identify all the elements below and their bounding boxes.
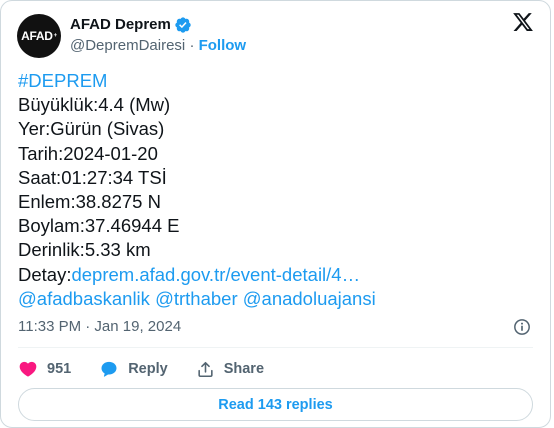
hashtag-link[interactable]: #DEPREM xyxy=(18,69,538,93)
tweet-header: AFAD + AFAD Deprem @DepremDairesi · Follo… xyxy=(17,11,534,59)
action-bar: 951 Reply Share xyxy=(18,356,292,382)
tweet-card: AFAD + AFAD Deprem @DepremDairesi · Follo… xyxy=(0,0,551,428)
avatar[interactable]: AFAD + xyxy=(17,14,61,58)
detail-link[interactable]: deprem.afad.gov.tr/event-detail/4… xyxy=(71,264,360,285)
mentions-line: @afadbaskanlik @trthaber @anadoluajansi xyxy=(18,287,538,311)
tweet-text: #DEPREM Büyüklük:4.4 (Mw) Yer:Gürün (Siv… xyxy=(18,69,538,311)
heart-icon xyxy=(19,361,37,377)
read-replies-button[interactable]: Read 143 replies xyxy=(18,388,533,421)
info-icon[interactable] xyxy=(512,317,532,337)
depth-line: Derinlik:5.33 km xyxy=(18,239,151,261)
account-handle[interactable]: @DepremDairesi xyxy=(70,37,185,54)
location-line: Yer:Gürün (Sivas) xyxy=(18,118,165,140)
reply-label: Reply xyxy=(128,361,168,377)
follow-button[interactable]: Follow xyxy=(199,37,247,54)
longitude-line: Boylam:37.46944 E xyxy=(18,215,180,237)
avatar-text: AFAD xyxy=(21,29,53,43)
magnitude-line: Büyüklük:4.4 (Mw) xyxy=(18,94,171,116)
account-info: AFAD Deprem @DepremDairesi · Follow xyxy=(70,14,246,57)
time-line: Saat:01:27:34 TSİ xyxy=(18,166,167,188)
share-label: Share xyxy=(223,361,265,377)
detail-label: Detay: xyxy=(18,263,72,285)
mention-link[interactable]: @anadoluajansi xyxy=(243,288,376,309)
handle-row: @DepremDairesi · Follow xyxy=(70,35,246,57)
verified-badge-icon xyxy=(175,16,191,33)
like-count: 951 xyxy=(47,361,72,377)
reply-button[interactable]: Reply xyxy=(99,359,168,379)
like-button[interactable]: 951 xyxy=(18,359,71,379)
avatar-mark: + xyxy=(53,33,58,39)
share-icon xyxy=(198,361,213,377)
account-name[interactable]: AFAD Deprem xyxy=(70,16,171,33)
tweet-timestamp[interactable]: 11:33 PM · Jan 19, 2024 xyxy=(18,318,181,335)
latitude-line: Enlem:38.8275 N xyxy=(18,191,161,213)
x-logo-icon[interactable] xyxy=(512,11,534,33)
mention-link[interactable]: @afadbaskanlik xyxy=(18,288,150,309)
date-line: Tarih:2024-01-20 xyxy=(18,142,158,164)
share-button[interactable]: Share xyxy=(196,360,264,379)
mention-link[interactable]: @trthaber xyxy=(155,288,238,309)
name-row: AFAD Deprem xyxy=(70,14,246,35)
detail-line: Detay:deprem.afad.gov.tr/event-detail/4… xyxy=(18,263,538,287)
divider xyxy=(18,347,533,348)
handle-separator: · xyxy=(189,37,195,54)
reply-bubble-icon xyxy=(101,361,117,377)
